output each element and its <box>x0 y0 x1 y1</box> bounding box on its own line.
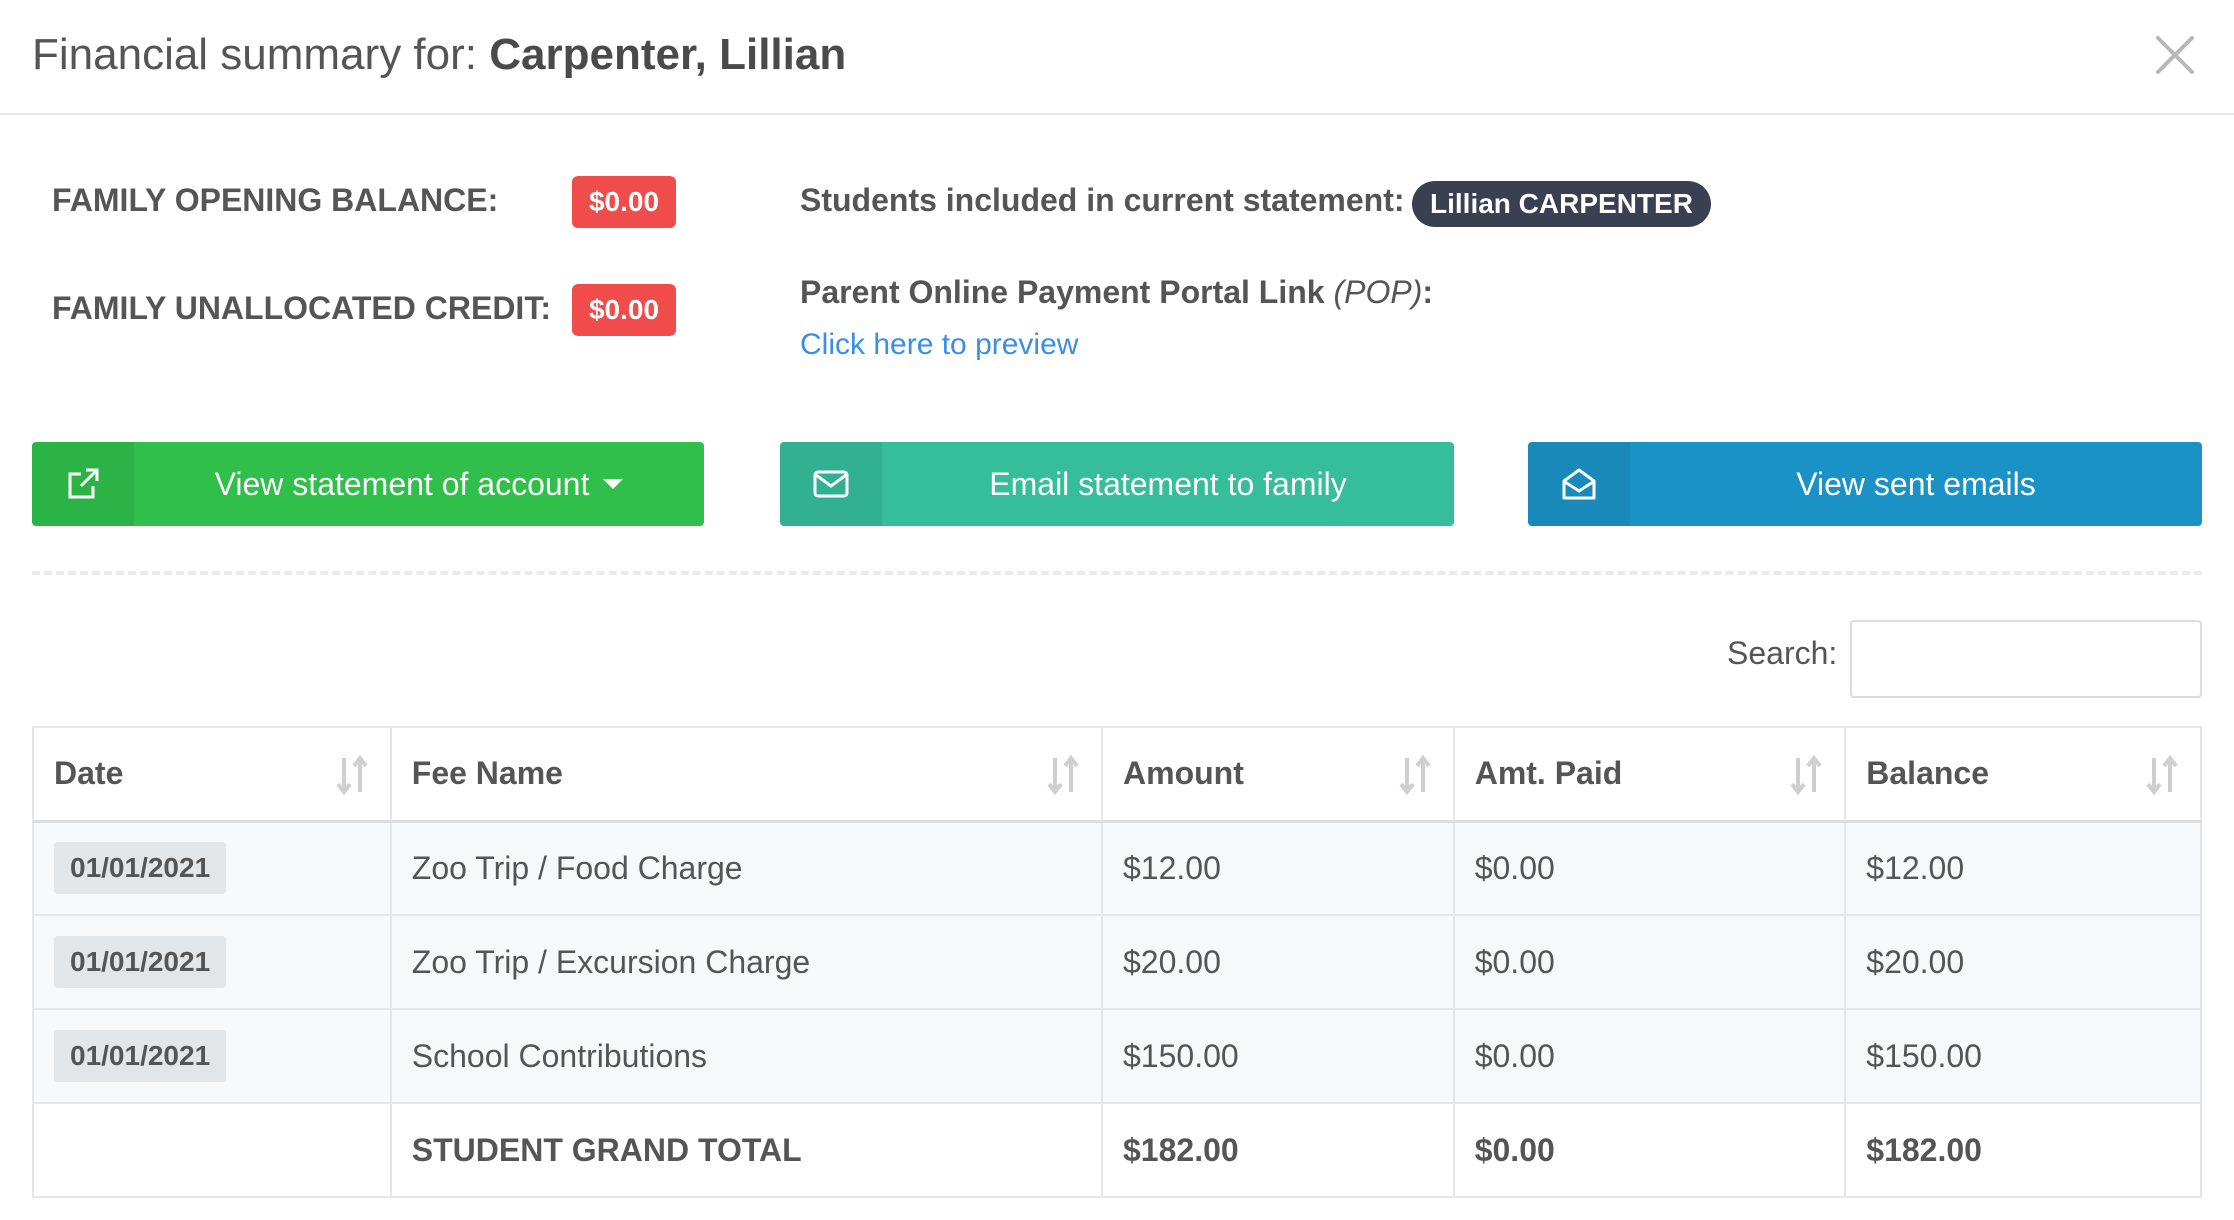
pop-label: Parent Online Payment Portal Link (POP): <box>800 274 1433 311</box>
date-cell: 01/01/2021 <box>32 820 392 916</box>
modal-header: Financial summary for: Carpenter, Lillia… <box>0 0 2234 115</box>
column-header-amount[interactable]: Amount <box>1101 726 1455 823</box>
date-badge: 01/01/2021 <box>54 936 227 988</box>
preview-link[interactable]: Click here to preview <box>800 328 1078 362</box>
pop-colon: : <box>1422 274 1434 310</box>
pop-label-text: Parent Online Payment Portal Link <box>800 274 1334 310</box>
opening-balance-label: FAMILY OPENING BALANCE: <box>52 182 499 218</box>
close-icon[interactable] <box>2152 32 2198 78</box>
view-statement-button[interactable]: View statement of account <box>32 442 704 526</box>
external-link-icon <box>32 442 134 526</box>
column-header-date[interactable]: Date <box>32 726 392 823</box>
table-row: 01/01/2021 School Contributions $150.00 … <box>32 1008 2202 1104</box>
fee-name-cell: School Contributions <box>389 1008 1104 1104</box>
grand-total-amount: $182.00 <box>1101 1102 1455 1198</box>
amt-paid-cell: $0.00 <box>1452 820 1847 916</box>
student-badge: Lillian CARPENTER <box>1412 181 1711 227</box>
amount-cell: $20.00 <box>1101 914 1455 1010</box>
title-prefix: Financial summary for: <box>32 30 490 79</box>
envelope-open-icon <box>1528 442 1630 526</box>
search-label: Search: <box>1727 635 1838 671</box>
unallocated-credit-badge: $0.00 <box>572 284 676 336</box>
sort-icon <box>1790 754 1822 796</box>
column-header-label: Fee Name <box>411 755 563 792</box>
balance-cell: $150.00 <box>1844 1008 2202 1104</box>
email-statement-button[interactable]: Email statement to family <box>780 442 1454 526</box>
amt-paid-cell: $0.00 <box>1452 914 1847 1010</box>
unallocated-credit-label: FAMILY UNALLOCATED CREDIT: <box>52 290 551 326</box>
fee-name-cell: Zoo Trip / Excursion Charge <box>389 914 1104 1010</box>
column-header-label: Date <box>54 755 124 792</box>
grand-total-label: STUDENT GRAND TOTAL <box>389 1102 1104 1198</box>
empty-cell <box>32 1102 392 1198</box>
grand-total-row: STUDENT GRAND TOTAL $182.00 $0.00 $182.0… <box>32 1102 2202 1198</box>
column-header-fee-name[interactable]: Fee Name <box>389 726 1104 823</box>
family-name: Carpenter, Lillian <box>489 30 847 79</box>
caret-down-icon <box>603 479 624 489</box>
column-header-label: Amount <box>1123 755 1244 792</box>
amount-cell: $12.00 <box>1101 820 1455 916</box>
section-divider <box>32 571 2202 575</box>
fees-table: Date Fee Name Amount Amt. Paid Balance 0… <box>32 726 2202 1198</box>
sort-icon <box>1399 754 1431 796</box>
balance-cell: $20.00 <box>1844 914 2202 1010</box>
column-header-label: Amt. Paid <box>1474 755 1623 792</box>
fee-name-cell: Zoo Trip / Food Charge <box>389 820 1104 916</box>
view-sent-emails-label: View sent emails <box>1796 465 2036 502</box>
students-included-label: Students included in current statement: <box>800 182 1405 218</box>
envelope-icon <box>780 442 882 526</box>
column-header-label: Balance <box>1866 755 1989 792</box>
modal-title: Financial summary for: Carpenter, Lillia… <box>32 30 846 80</box>
grand-total-balance: $182.00 <box>1844 1102 2202 1198</box>
email-statement-label: Email statement to family <box>989 465 1347 502</box>
amt-paid-cell: $0.00 <box>1452 1008 1847 1104</box>
sort-icon <box>2146 754 2178 796</box>
search-input[interactable] <box>1850 620 2202 698</box>
date-cell: 01/01/2021 <box>32 1008 392 1104</box>
table-row: 01/01/2021 Zoo Trip / Excursion Charge $… <box>32 914 2202 1010</box>
balance-cell: $12.00 <box>1844 820 2202 916</box>
date-badge: 01/01/2021 <box>54 1030 227 1082</box>
view-statement-text: View statement of account <box>214 465 590 502</box>
sort-icon <box>1047 754 1079 796</box>
amount-cell: $150.00 <box>1101 1008 1455 1104</box>
column-header-balance[interactable]: Balance <box>1844 726 2202 823</box>
table-row: 01/01/2021 Zoo Trip / Food Charge $12.00… <box>32 820 2202 916</box>
grand-total-paid: $0.00 <box>1452 1102 1847 1198</box>
column-header-amt-paid[interactable]: Amt. Paid <box>1452 726 1847 823</box>
sort-icon <box>336 754 368 796</box>
date-cell: 01/01/2021 <box>32 914 392 1010</box>
view-sent-emails-button[interactable]: View sent emails <box>1528 442 2202 526</box>
date-badge: 01/01/2021 <box>54 842 227 895</box>
table-header-row: Date Fee Name Amount Amt. Paid Balance <box>32 726 2202 823</box>
opening-balance-badge: $0.00 <box>572 176 676 228</box>
view-statement-label: View statement of account <box>134 442 704 526</box>
pop-abbr: (POP) <box>1333 274 1423 310</box>
